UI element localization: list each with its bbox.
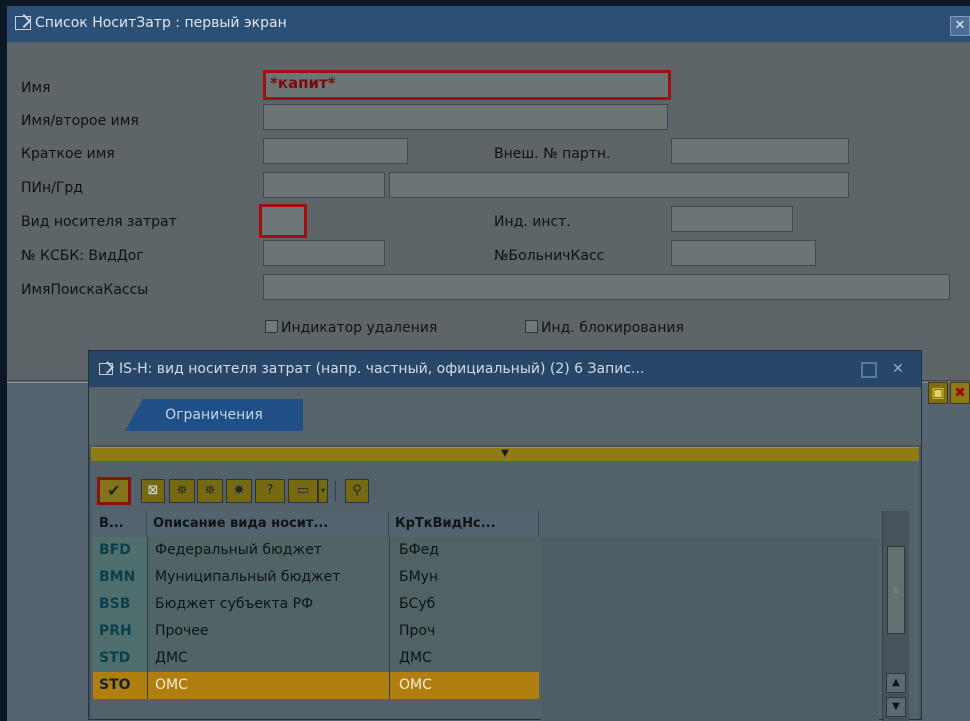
collapse-bar[interactable]: ▼ xyxy=(91,447,919,462)
row-description: Федеральный бюджет xyxy=(155,542,322,558)
print-icon[interactable]: ▭ xyxy=(288,479,318,503)
filter-icon[interactable]: ⚲ xyxy=(345,479,369,503)
cancel-button[interactable]: ✖ xyxy=(950,382,970,404)
short-name-field[interactable] xyxy=(263,138,408,164)
deletion-checkbox-label: Индикатор удаления xyxy=(281,320,438,336)
scroll-up-arrow[interactable]: ▲ xyxy=(886,673,906,693)
dialog-close-icon[interactable]: ✕ xyxy=(889,360,907,378)
hospital-fund-field[interactable] xyxy=(671,240,816,266)
carrier-type-field[interactable] xyxy=(259,204,307,238)
deletion-checkbox[interactable]: Индикатор удаления xyxy=(265,320,437,336)
inst-label: Инд. инст. xyxy=(494,214,571,230)
settings-icon[interactable]: ✸ xyxy=(226,479,252,503)
table-row[interactable]: STD ДМС ДМС xyxy=(93,645,539,672)
col-header-description[interactable]: Описание вида носит... xyxy=(147,511,389,537)
dialog-icon xyxy=(99,363,113,375)
short-name-label: Краткое имя xyxy=(21,146,115,162)
name2-label: Имя/второе имя xyxy=(21,113,139,129)
table-row[interactable]: BSB Бюджет субъекта РФ БСуб xyxy=(93,591,539,618)
row-short: Проч xyxy=(399,623,436,639)
blocking-checkbox-label: Инд. блокирования xyxy=(541,320,684,336)
row-code: BFD xyxy=(99,542,131,558)
row-code: STO xyxy=(99,677,131,693)
ksbk-label: № КСБК: ВидДог xyxy=(21,248,144,264)
dialog-titlebar: IS-H: вид носителя затрат (напр. частный… xyxy=(89,351,921,387)
row-description: Муниципальный бюджет xyxy=(155,569,341,585)
ksbk-field[interactable] xyxy=(263,240,385,266)
row-short: БМун xyxy=(399,569,439,585)
value-help-dialog: IS-H: вид носителя затрат (напр. частный… xyxy=(88,350,922,721)
search-name-label: ИмяПоискаКассы xyxy=(21,282,149,298)
scroll-thumb[interactable]: ⁞⁞ xyxy=(887,546,905,634)
deletion-checkbox-box[interactable] xyxy=(265,320,278,333)
row-description: Прочее xyxy=(155,623,209,639)
col-header-code[interactable]: В... xyxy=(93,511,147,537)
table-row[interactable]: BMN Муниципальный бюджет БМун xyxy=(93,564,539,591)
blocking-checkbox[interactable]: Инд. блокирования xyxy=(525,320,684,336)
row-description: ОМС xyxy=(155,677,188,693)
toolbar-separator xyxy=(335,481,336,501)
name-label: Имя xyxy=(21,80,51,96)
zip-city-label: ПИн/Грд xyxy=(21,180,83,196)
table-row-selected[interactable]: STO ОМС ОМС xyxy=(93,672,539,699)
table-empty-area xyxy=(541,537,879,721)
row-short: ДМС xyxy=(399,650,432,666)
row-code: BSB xyxy=(99,596,131,612)
name2-field[interactable] xyxy=(263,104,668,130)
blocking-checkbox-box[interactable] xyxy=(525,320,538,333)
window-close-button[interactable]: ✕ xyxy=(950,16,970,36)
row-short: ОМС xyxy=(399,677,432,693)
find-next-icon[interactable]: ⛯ xyxy=(197,479,223,503)
confirm-check-button[interactable]: ✔ xyxy=(97,477,131,505)
row-description: Бюджет субъекта РФ xyxy=(155,596,314,612)
hospital-fund-label: №БольничКасс xyxy=(494,248,605,264)
dialog-title: IS-H: вид носителя затрат (напр. частный… xyxy=(119,361,645,377)
scroll-down-arrow[interactable]: ▼ xyxy=(886,697,906,717)
inst-field[interactable] xyxy=(671,206,793,232)
zip-field[interactable] xyxy=(263,172,385,198)
window-titlebar: Список НоситЗатр : первый экран ✕ xyxy=(7,6,970,42)
cancel-icon[interactable]: ⊠ xyxy=(141,479,165,503)
row-short: БФед xyxy=(399,542,439,558)
row-code: PRH xyxy=(99,623,132,639)
print-dropdown-icon[interactable]: ▾ xyxy=(318,479,328,503)
execute-button[interactable]: ▣ xyxy=(928,382,948,404)
ext-partner-field[interactable] xyxy=(671,138,849,164)
ext-partner-label: Внеш. № партн. xyxy=(494,146,611,162)
vertical-scrollbar[interactable]: ⁞⁞ ▲ ▼ xyxy=(882,511,909,721)
tab-restrictions[interactable]: Ограничения xyxy=(125,399,303,431)
row-description: ДМС xyxy=(155,650,188,666)
city-field[interactable] xyxy=(389,172,849,198)
find-icon[interactable]: ⛯ xyxy=(169,479,195,503)
row-short: БСуб xyxy=(399,596,436,612)
minimize-icon[interactable] xyxy=(861,362,877,378)
help-icon[interactable]: ? xyxy=(255,479,285,503)
name-field[interactable]: *капит* xyxy=(263,70,671,100)
column-divider xyxy=(147,537,148,699)
window-title: Список НоситЗатр : первый экран xyxy=(35,15,287,31)
table-row[interactable]: BFD Федеральный бюджет БФед xyxy=(93,537,539,564)
row-code: BMN xyxy=(99,569,136,585)
carrier-type-label: Вид носителя затрат xyxy=(21,214,177,230)
search-name-field[interactable] xyxy=(263,274,950,300)
row-code: STD xyxy=(99,650,131,666)
window-icon xyxy=(15,16,31,30)
table-row[interactable]: PRH Прочее Проч xyxy=(93,618,539,645)
col-header-short[interactable]: КрТкВидНс... xyxy=(389,511,539,537)
column-divider xyxy=(389,537,390,699)
